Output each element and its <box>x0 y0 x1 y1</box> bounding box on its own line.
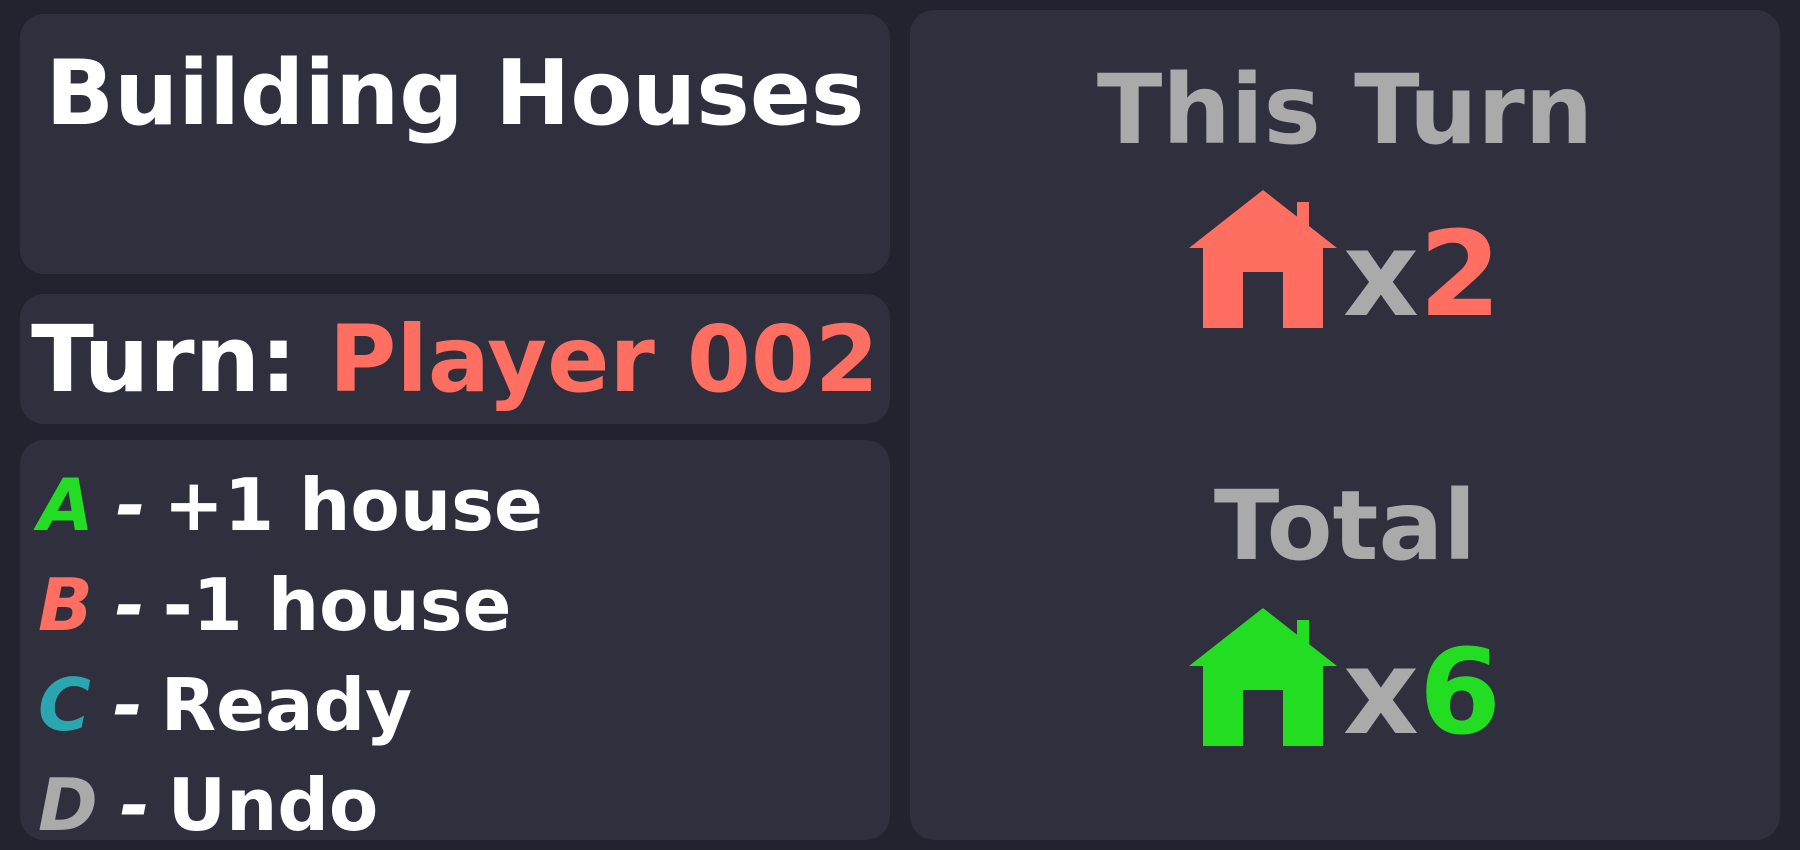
total-count: x6 <box>1343 632 1501 752</box>
key-a-label: A <box>38 463 94 547</box>
total-count-row: x6 <box>910 606 1780 752</box>
key-b-label: B <box>38 563 93 647</box>
this-turn-count-row: x2 <box>910 188 1780 334</box>
key-separator: - <box>112 663 143 747</box>
key-a-action: +1 house <box>163 463 543 547</box>
key-c-label: C <box>38 663 91 747</box>
turn-indicator: Turn: Player 002 <box>20 304 890 416</box>
total-title: Total <box>1213 470 1477 582</box>
turn-panel: Turn: Player 002 <box>20 294 890 424</box>
house-icon <box>1188 190 1337 328</box>
control-row-ready: C - Ready <box>38 660 412 750</box>
this-turn-count: x2 <box>1343 214 1501 334</box>
this-turn-value: 2 <box>1419 205 1502 343</box>
key-d-label: D <box>38 763 98 847</box>
key-b-action: -1 house <box>162 563 512 647</box>
multiply-sign: x <box>1342 205 1419 343</box>
key-separator: - <box>119 763 150 847</box>
turn-label: Turn: <box>31 306 297 413</box>
house-icon <box>1188 608 1337 746</box>
game-title: Building Houses <box>45 41 865 146</box>
this-turn-title: This Turn <box>1096 54 1594 166</box>
turn-player: Player 002 <box>328 306 879 413</box>
score-panel: This Turn x2 Total x6 <box>910 10 1780 840</box>
multiply-sign: x <box>1342 623 1419 761</box>
key-separator: - <box>114 563 145 647</box>
control-row-undo: D - Undo <box>38 760 378 850</box>
key-d-action: Undo <box>167 763 379 847</box>
control-row-remove-house: B - -1 house <box>38 560 512 650</box>
key-c-action: Ready <box>160 663 413 747</box>
controls-panel: A - +1 house B - -1 house C - Ready D - Undo <box>20 440 890 847</box>
total-value: 6 <box>1419 623 1502 761</box>
control-row-add-house: A - +1 house <box>38 460 543 550</box>
key-separator: - <box>115 463 146 547</box>
title-panel: Building Houses <box>20 14 890 274</box>
